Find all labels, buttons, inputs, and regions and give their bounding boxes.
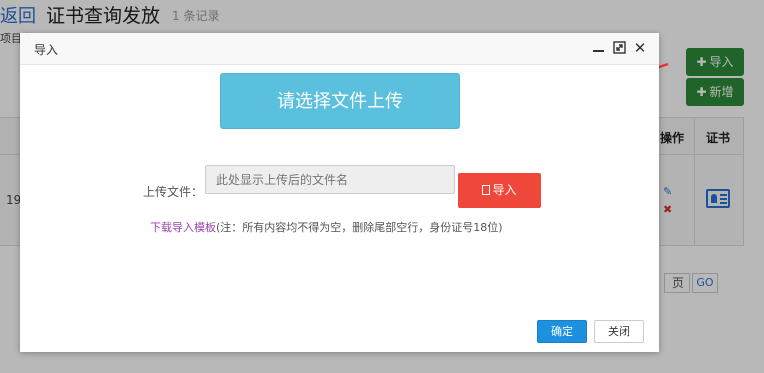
import-note: (注：所有内容均不得为空，删除尾部空行，身份证号18位) [216, 221, 503, 234]
maximize-icon[interactable] [612, 41, 626, 55]
import-dialog: 导入 ✕ 请选择文件上传 上传文件： 导入 下载导入模板(注：所有内容均不得为空… [20, 33, 659, 352]
close-button[interactable]: 关闭 [594, 320, 644, 343]
dialog-title: 导入 [34, 43, 59, 57]
import-hint: 下载导入模板(注：所有内容均不得为空，删除尾部空行，身份证号18位) [150, 219, 503, 235]
confirm-button[interactable]: 确定 [537, 320, 587, 343]
import-button-label: 导入 [492, 183, 517, 197]
minimize-icon[interactable] [592, 41, 606, 55]
download-template-link[interactable]: 下载导入模板 [150, 221, 216, 234]
file-icon [482, 185, 491, 195]
file-name-field[interactable] [205, 165, 455, 194]
select-file-button[interactable]: 请选择文件上传 [220, 73, 460, 129]
upload-file-label: 上传文件： [143, 185, 204, 199]
dialog-header: 导入 ✕ [20, 33, 659, 65]
close-icon[interactable]: ✕ [633, 41, 647, 56]
import-button[interactable]: 导入 [458, 173, 541, 208]
